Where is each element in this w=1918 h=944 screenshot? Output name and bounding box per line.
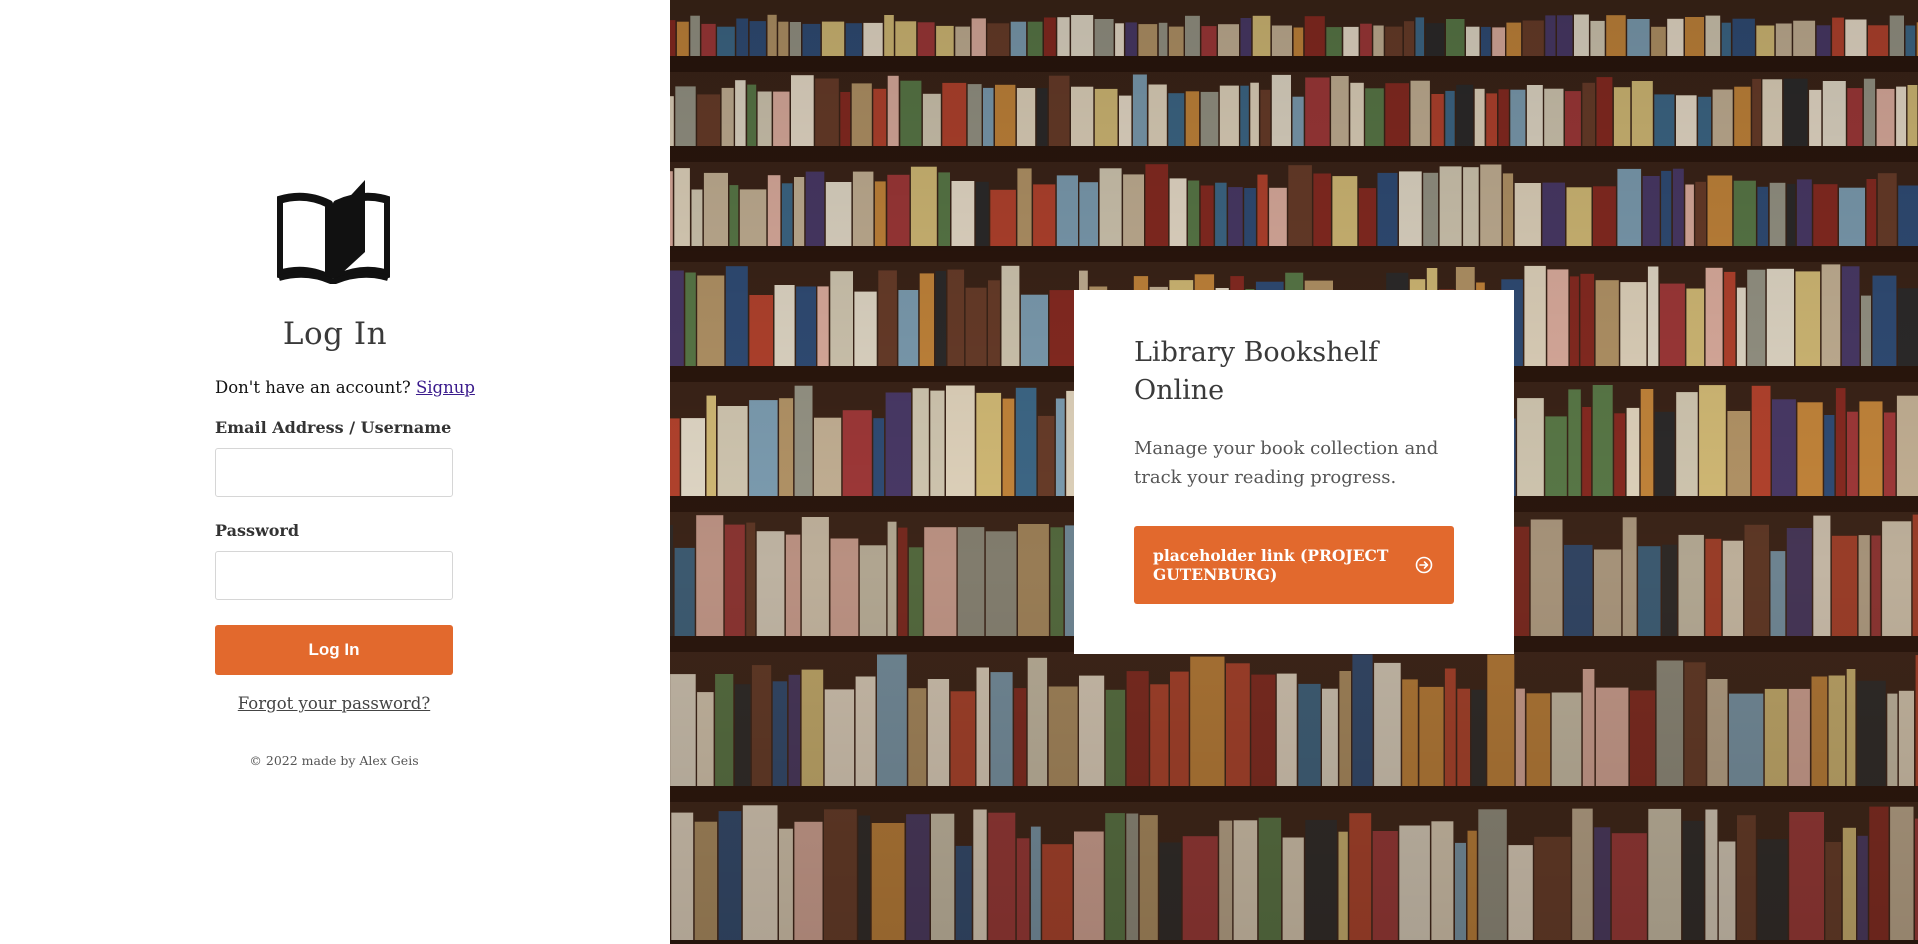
arrow-right-circle-icon	[1415, 556, 1433, 574]
password-label: Password	[215, 521, 300, 540]
card-title: Library Bookshelf Online	[1134, 337, 1379, 406]
login-panel: Log In Don't have an account? Signup Ema…	[0, 0, 670, 944]
card-description: Manage your book collection and track yo…	[1134, 438, 1439, 488]
password-field[interactable]	[215, 551, 453, 600]
info-card: Library Bookshelf Online Manage your boo…	[1074, 290, 1514, 654]
page-title: Log In	[282, 316, 388, 352]
email-label: Email Address / Username	[215, 418, 452, 437]
login-button[interactable]: Log In	[215, 625, 453, 675]
forgot-password-link[interactable]: Forgot your password?	[0, 694, 668, 713]
footer-copyright: © 2022 made by Alex Geis	[249, 753, 419, 768]
email-field[interactable]	[215, 448, 453, 497]
card-link-label: placeholder link (PROJECT GUTENBURG)	[1153, 546, 1389, 584]
signup-prompt: Don't have an account? Signup	[215, 378, 475, 397]
signup-prompt-text: Don't have an account?	[215, 378, 411, 397]
signup-link[interactable]: Signup	[416, 378, 475, 397]
project-gutenberg-link-button[interactable]: placeholder link (PROJECT GUTENBURG)	[1134, 526, 1454, 604]
open-book-icon	[277, 180, 390, 284]
